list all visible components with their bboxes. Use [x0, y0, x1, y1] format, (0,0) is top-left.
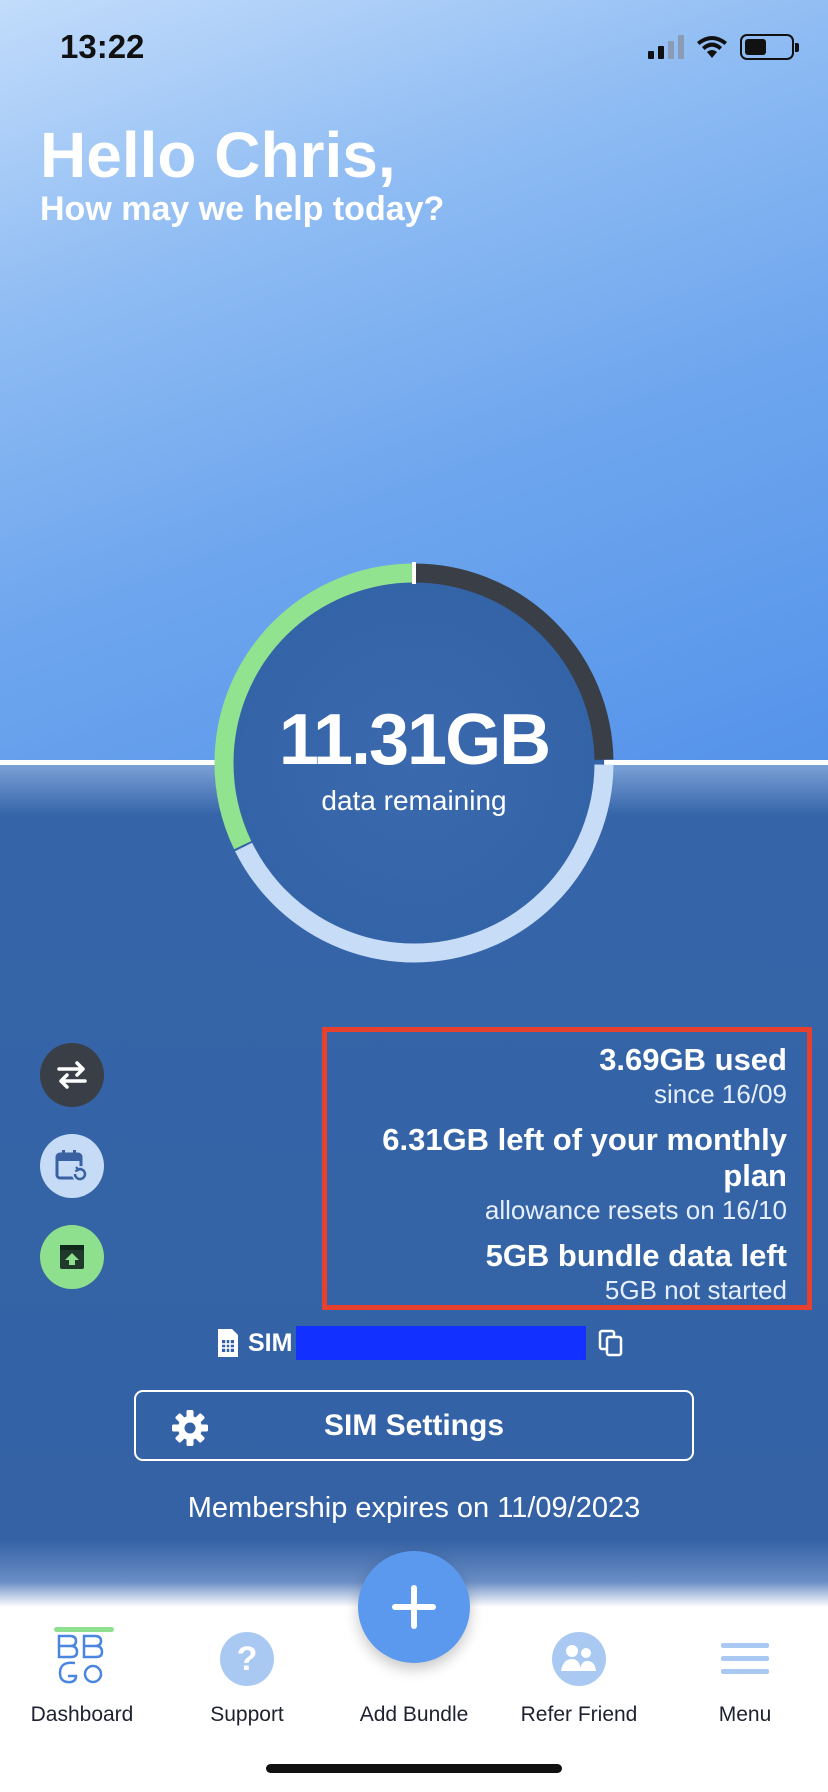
add-bundle-button[interactable]: [358, 1551, 470, 1663]
nav-support[interactable]: ? Support: [167, 1627, 327, 1727]
billing-cycle-button[interactable]: [40, 1134, 104, 1198]
sim-number-row: SIM: [216, 1325, 624, 1361]
stat-main: 3.69GB used: [599, 1042, 787, 1077]
cellular-signal-icon: [648, 35, 684, 59]
stat-sub: 5GB not started: [604, 1275, 787, 1305]
top-up-button[interactable]: [40, 1225, 104, 1289]
copy-icon[interactable]: [598, 1329, 624, 1357]
question-icon: ?: [167, 1627, 327, 1691]
svg-text:?: ?: [237, 1640, 258, 1678]
stat-plan: 6.31GB left of your monthly plan allowan…: [327, 1122, 787, 1226]
data-usage-ring: 11.31GB data remaining: [213, 562, 615, 964]
people-icon: [499, 1627, 659, 1691]
sim-label: SIM: [248, 1328, 293, 1357]
stat-bundle: 5GB bundle data left 5GB not started: [327, 1238, 787, 1306]
greeting-title: Hello Chris,: [40, 119, 396, 191]
wifi-icon: [697, 36, 727, 58]
nav-label: Dashboard: [30, 1703, 134, 1726]
stat-main: 5GB bundle data left: [485, 1238, 787, 1273]
battery-icon: [740, 34, 799, 60]
nav-refer-friend[interactable]: Refer Friend: [499, 1627, 659, 1727]
stat-main: 6.31GB left of your monthly plan: [382, 1122, 787, 1193]
greeting-subtitle: How may we help today?: [40, 190, 445, 228]
sim-number-redacted: [296, 1326, 587, 1360]
nav-label: Add Bundle: [359, 1703, 469, 1726]
swap-button[interactable]: [40, 1043, 104, 1107]
data-remaining-value: 11.31GB: [278, 700, 551, 780]
nav-dashboard[interactable]: Dashboard: [2, 1627, 162, 1727]
gear-icon: [172, 1410, 208, 1446]
nav-menu[interactable]: Menu: [665, 1627, 825, 1727]
sim-card-icon: [218, 1329, 238, 1357]
sim-settings-button[interactable]: SIM Settings: [134, 1390, 694, 1461]
nav-label: Refer Friend: [520, 1703, 638, 1726]
hamburger-icon: [665, 1627, 825, 1691]
ring-center: 11.31GB data remaining: [213, 562, 615, 964]
calendar-refresh-icon: [55, 1150, 88, 1182]
status-icons: [648, 34, 799, 60]
nav-label: Support: [210, 1703, 284, 1726]
home-indicator: [266, 1764, 562, 1773]
stat-used: 3.69GB used since 16/09: [327, 1042, 787, 1110]
status-time: 13:22: [60, 28, 145, 65]
nav-label: Menu: [718, 1703, 772, 1726]
plus-icon: [392, 1585, 436, 1629]
usage-stats-panel: 3.69GB used since 16/09 6.31GB left of y…: [322, 1027, 812, 1310]
upload-box-icon: [60, 1245, 84, 1269]
sim-settings-label: SIM Settings: [323, 1408, 504, 1442]
swap-arrows-icon: [57, 1061, 87, 1089]
active-indicator: [54, 1627, 114, 1632]
membership-expiry: Membership expires on 11/09/2023: [187, 1492, 641, 1524]
stat-sub: allowance resets on 16/10: [484, 1195, 787, 1225]
stat-sub: since 16/09: [654, 1079, 787, 1109]
data-remaining-label: data remaining: [321, 785, 507, 816]
bbgo-logo-icon: [2, 1627, 162, 1691]
